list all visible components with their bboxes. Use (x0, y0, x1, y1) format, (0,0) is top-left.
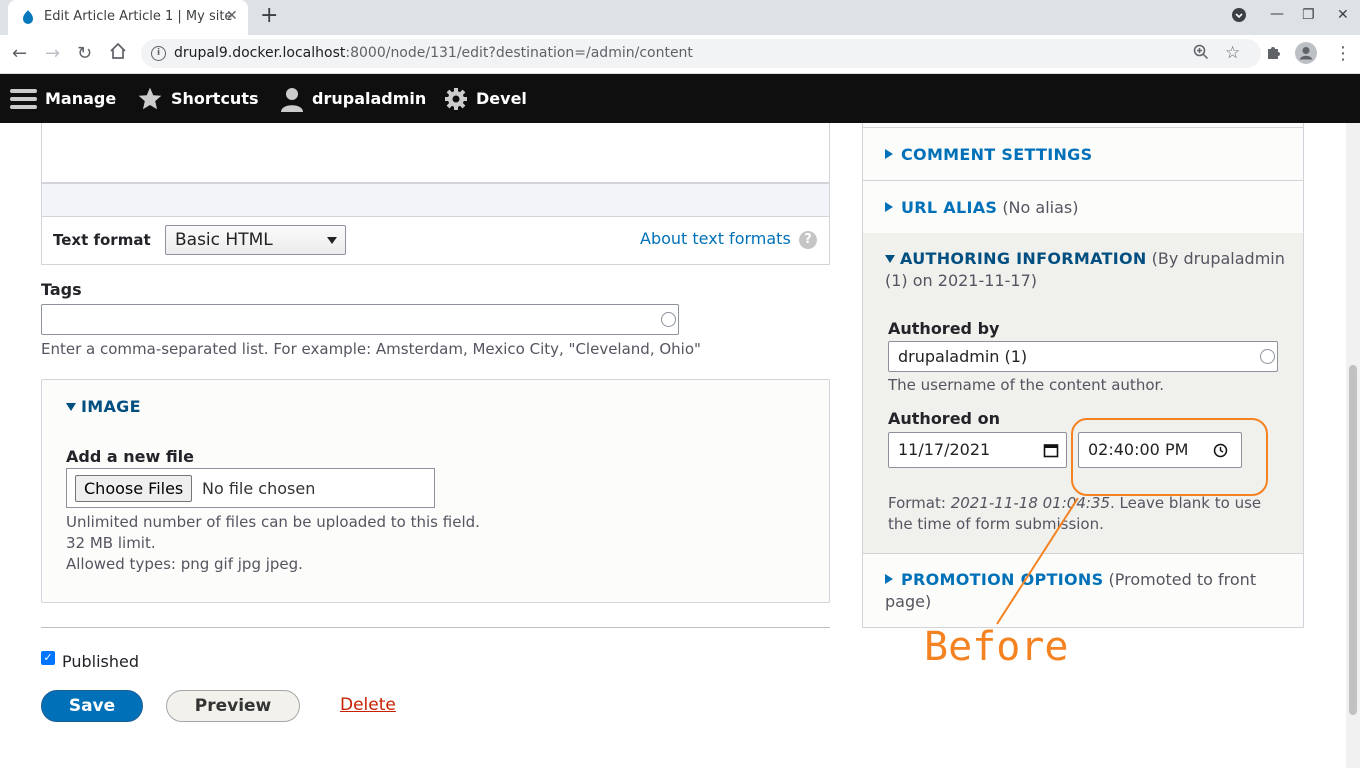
divider (41, 627, 830, 628)
minimize-icon[interactable]: — (1270, 6, 1284, 22)
tab-title: Edit Article Article 1 | My site (44, 9, 233, 24)
scrollbar-thumb[interactable] (1349, 365, 1357, 715)
authoring-summary: (1) on 2021-11-17) (885, 271, 1037, 290)
authored-by-input[interactable]: drupaladmin (1) (888, 341, 1278, 372)
zoom-icon[interactable] (1193, 44, 1209, 64)
window-close-icon[interactable]: ✕ (1337, 7, 1349, 23)
triangle-right-icon (885, 202, 893, 212)
page-scrollbar[interactable] (1346, 123, 1360, 768)
browser-menu-icon[interactable]: ⋮ (1334, 43, 1352, 64)
promotion-summary: page) (885, 592, 932, 611)
add-file-label: Add a new file (66, 447, 195, 466)
browser-tab[interactable]: Edit Article Article 1 | My site ✕ (8, 0, 248, 35)
authoring-summary: (By drupaladmin (1151, 249, 1285, 268)
node-settings-sidebar: COMMENT SETTINGS URL ALIAS (No alias) AU… (862, 123, 1304, 628)
home-icon[interactable] (109, 42, 127, 65)
triangle-down-icon (885, 255, 895, 263)
toolbar-user[interactable]: drupaladmin (280, 74, 426, 123)
file-desc-line: 32 MB limit. (66, 534, 156, 552)
toolbar-shortcuts-label: Shortcuts (171, 89, 259, 108)
user-icon (281, 87, 303, 112)
body-editor-area[interactable] (41, 123, 830, 183)
toolbar-devel-label: Devel (476, 89, 527, 108)
address-bar[interactable]: i drupal9.docker.localhost:8000/node/131… (141, 39, 1261, 68)
back-icon[interactable]: ← (12, 43, 27, 64)
url-alias-toggle[interactable]: URL ALIAS (No alias) (885, 198, 1078, 217)
published-label[interactable]: Published (62, 652, 139, 671)
no-file-chosen-text: No file chosen (202, 479, 316, 498)
url-alias-summary: (No alias) (1002, 198, 1079, 217)
triangle-right-icon (885, 149, 893, 159)
help-icon[interactable]: ? (799, 231, 817, 249)
tags-label: Tags (41, 280, 82, 299)
toolbar-manage-label: Manage (45, 89, 117, 108)
promotion-summary: (Promoted to front (1108, 570, 1257, 589)
browser-toolbar: ← → ↻ i drupal9.docker.localhost:8000/no… (0, 35, 1360, 74)
authored-on-description: Format: 2021-11-18 01:04:35. Leave blank… (888, 494, 1262, 533)
promotion-options-section: PROMOTION OPTIONS (Promoted to front pag… (863, 553, 1303, 628)
url-text: drupal9.docker.localhost:8000/node/131/e… (174, 45, 693, 61)
gear-icon (445, 87, 467, 110)
authored-by-value: drupaladmin (1) (898, 347, 1028, 366)
extensions-icon[interactable] (1265, 44, 1282, 66)
authored-by-description: The username of the content author. (888, 376, 1165, 394)
image-fieldset: IMAGE Add a new file Choose Files No fil… (41, 379, 830, 603)
autocomplete-icon (1260, 349, 1275, 364)
date-value: 11/17/2021 (898, 440, 991, 459)
bookmark-star-icon[interactable]: ☆ (1225, 43, 1240, 63)
forward-icon[interactable]: → (45, 43, 60, 64)
chevron-down-icon (327, 237, 337, 244)
browser-tab-strip: Edit Article Article 1 | My site ✕ + — ❐… (0, 0, 1360, 35)
drupal-favicon-icon (23, 10, 33, 24)
site-info-icon[interactable]: i (151, 46, 166, 61)
toolbar-user-label: drupaladmin (312, 89, 427, 108)
hamburger-icon (10, 88, 37, 109)
annotation-highlight-box (1071, 418, 1268, 496)
url-alias-section: URL ALIAS (No alias) (863, 181, 1303, 234)
choose-files-button[interactable]: Choose Files (75, 475, 193, 502)
authoring-information-section: AUTHORING INFORMATION (By drupaladmin (1… (863, 233, 1303, 553)
toolbar-devel[interactable]: Devel (444, 74, 527, 123)
toolbar-manage[interactable]: Manage (10, 74, 116, 123)
text-format-selected: Basic HTML (175, 230, 273, 250)
tags-description: Enter a comma-separated list. For exampl… (41, 340, 701, 358)
tags-input[interactable] (41, 304, 679, 335)
drupal-admin-toolbar: Manage Shortcuts drupaladmin Devel (0, 74, 1360, 123)
about-text-formats-link[interactable]: About text formats (640, 229, 791, 248)
triangle-right-icon (885, 574, 893, 584)
save-button[interactable]: Save (41, 690, 143, 722)
authored-by-label: Authored by (888, 319, 1000, 338)
restore-icon[interactable]: ❐ (1302, 7, 1315, 23)
editor-status-bar (41, 183, 830, 217)
annotation-label: Before (924, 624, 1069, 670)
published-checkbox[interactable]: ✓ (41, 651, 55, 665)
authoring-information-toggle[interactable]: AUTHORING INFORMATION (By drupaladmin (1… (885, 248, 1285, 292)
autocomplete-icon (661, 312, 676, 327)
reload-icon[interactable]: ↻ (77, 43, 92, 64)
file-desc-line: Unlimited number of files can be uploade… (66, 513, 480, 531)
authored-on-date-input[interactable]: 11/17/2021 (888, 432, 1067, 468)
star-icon (138, 87, 162, 109)
authored-on-label: Authored on (888, 409, 1000, 428)
file-upload-field[interactable]: Choose Files No file chosen (66, 468, 435, 508)
comment-settings-toggle[interactable]: COMMENT SETTINGS (885, 145, 1092, 164)
calendar-icon[interactable] (1043, 442, 1059, 458)
delete-link[interactable]: Delete (340, 695, 396, 715)
file-desc-line: Allowed types: png gif jpg jpeg. (66, 555, 303, 573)
text-format-wrapper: Text format Basic HTML About text format… (41, 217, 830, 265)
new-tab-icon[interactable]: + (260, 3, 278, 28)
tab-search-icon[interactable] (1231, 7, 1247, 27)
text-format-select[interactable]: Basic HTML (165, 225, 346, 255)
toolbar-shortcuts[interactable]: Shortcuts (137, 74, 259, 123)
file-description: Unlimited number of files can be uploade… (66, 512, 480, 575)
image-fieldset-toggle[interactable]: IMAGE (66, 397, 141, 416)
preview-button[interactable]: Preview (166, 690, 300, 722)
profile-avatar-icon[interactable] (1295, 42, 1317, 69)
text-format-label: Text format (53, 231, 151, 249)
tab-close-icon[interactable]: ✕ (226, 8, 238, 24)
triangle-down-icon (66, 403, 76, 411)
promotion-options-toggle[interactable]: PROMOTION OPTIONS (Promoted to front pag… (885, 569, 1256, 613)
comment-settings-section: COMMENT SETTINGS (863, 128, 1303, 181)
